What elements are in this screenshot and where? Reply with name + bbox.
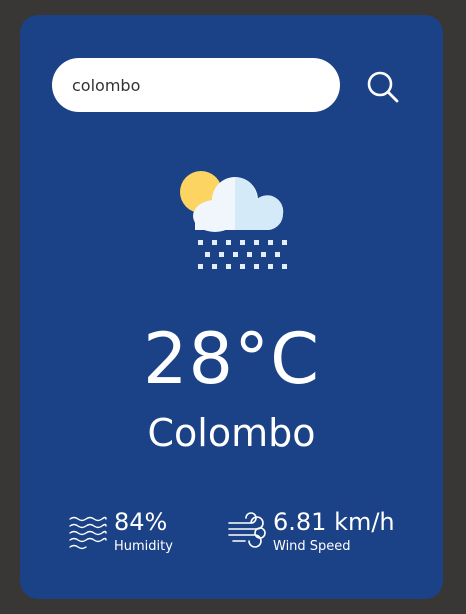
search-box[interactable] [52, 58, 340, 112]
search-button[interactable] [363, 67, 403, 107]
wind-speed-value: 6.81 km/h [273, 508, 395, 536]
wind-icon [228, 512, 266, 548]
search-icon [367, 71, 399, 103]
snow-cloud-sun-icon [180, 171, 287, 269]
humidity-metric: 84% Humidity [68, 507, 173, 555]
city-name: Colombo [147, 411, 316, 455]
weather-card: 28°C Colombo 84% Humidity [20, 15, 443, 599]
search-input[interactable] [70, 74, 322, 96]
humidity-value: 84% [114, 508, 168, 536]
wind-speed-label: Wind Speed [273, 539, 351, 554]
humidity-wave-icon [69, 516, 107, 550]
temperature-value: 28°C [143, 318, 320, 400]
wind-metric: 6.81 km/h Wind Speed [227, 507, 395, 555]
humidity-label: Humidity [114, 539, 173, 554]
